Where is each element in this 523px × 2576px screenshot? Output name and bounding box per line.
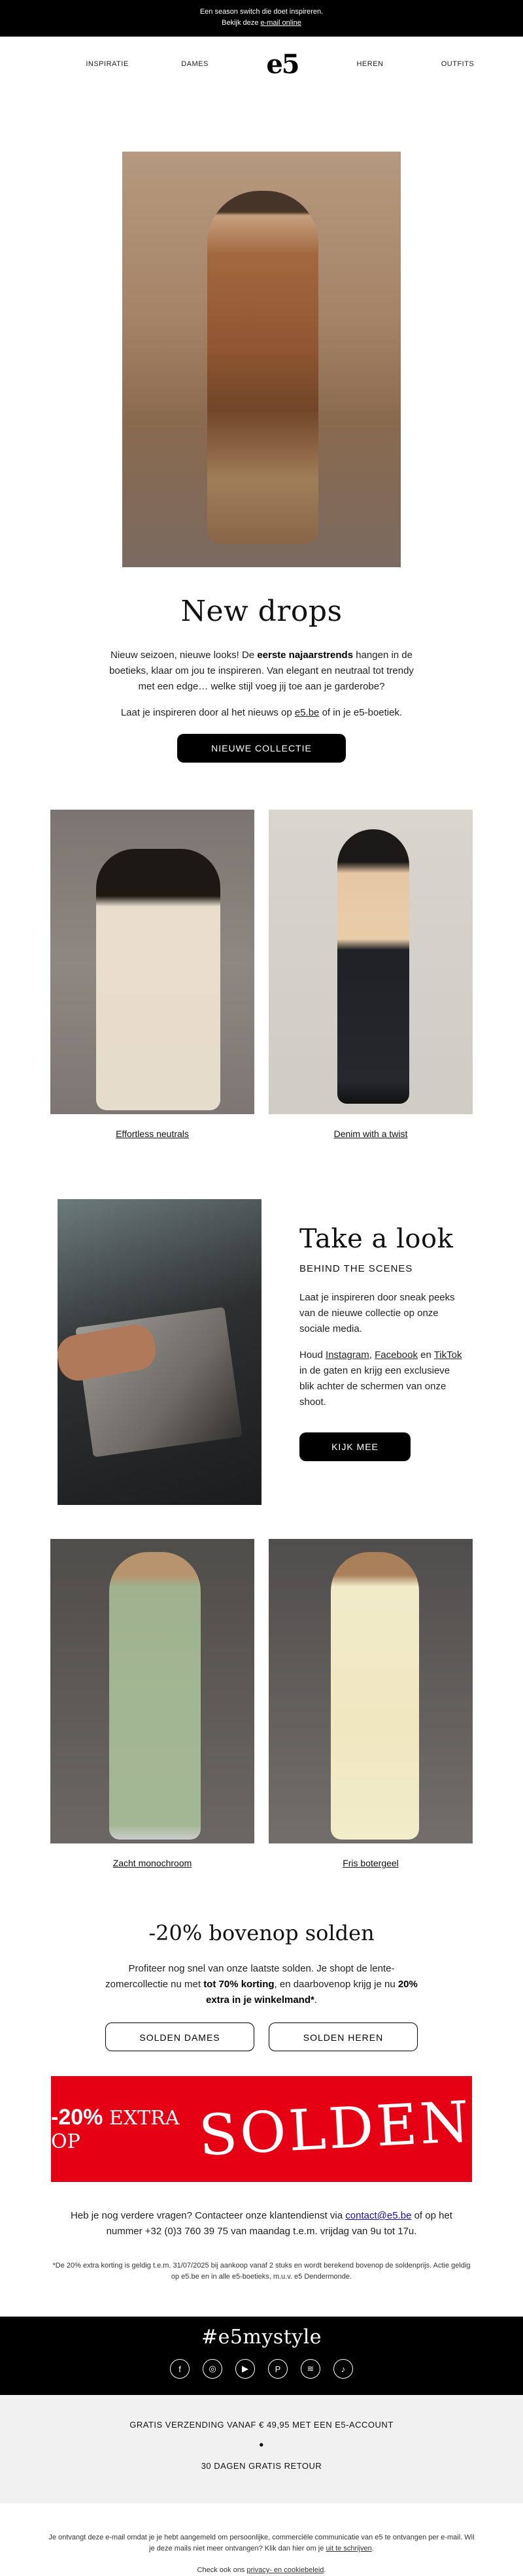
- look-image-botergeel[interactable]: [269, 1539, 473, 1843]
- look-image-monochroom[interactable]: [50, 1539, 254, 1843]
- take-a-look-text-1: Laat je inspireren door sneak peeks van …: [299, 1292, 455, 1334]
- perks-separator: •: [259, 2438, 264, 2452]
- take-a-look-subtitle: BEHIND THE SCENES: [299, 1263, 413, 1274]
- sale-text: Profiteer nog snel van onze laatste sold…: [105, 1963, 418, 2006]
- top-announcement-bar: Een season switch die doet inspireren. B…: [0, 0, 523, 37]
- announcement-text: Een season switch die doet inspireren.: [199, 8, 324, 16]
- spotify-icon[interactable]: ≋: [301, 2359, 320, 2379]
- sale-banner-left: -20% EXTRA OP: [51, 2105, 180, 2153]
- new-collection-button[interactable]: NIEUWE COLLECTIE: [177, 734, 346, 763]
- contact-email-link[interactable]: contact@e5.be: [345, 2210, 411, 2221]
- instagram-icon[interactable]: ◎: [203, 2359, 222, 2379]
- facebook-link[interactable]: Facebook: [375, 1349, 418, 1361]
- hero-intro-text: Nieuw seizoen, nieuwe looks! De eerste n…: [109, 650, 414, 692]
- look-caption[interactable]: Zacht monochroom: [50, 1858, 254, 1868]
- behind-the-scenes-image[interactable]: [58, 1199, 262, 1505]
- instagram-link[interactable]: Instagram: [326, 1349, 369, 1361]
- look-image-neutrals[interactable]: [50, 810, 254, 1114]
- nav-item-inspiratie[interactable]: INSPIRATIE: [81, 60, 133, 68]
- nav-item-dames[interactable]: DAMES: [169, 60, 221, 68]
- footer-privacy-line: Check ook ons privacy- en cookiebeleid.: [197, 2566, 326, 2574]
- look-caption[interactable]: Denim with a twist: [269, 1129, 473, 1139]
- looks-grid-2: Zacht monochroom Fris botergeel: [0, 1539, 523, 1868]
- tiktok-icon[interactable]: ♪: [333, 2359, 353, 2379]
- view-online-link[interactable]: e-mail online: [260, 19, 301, 27]
- take-a-look-title: Take a look: [299, 1224, 454, 1254]
- sale-banner[interactable]: -20% EXTRA OP SOLDEN: [51, 2076, 474, 2182]
- look-card[interactable]: Zacht monochroom: [50, 1539, 254, 1868]
- hashtag-title: #e5mystyle: [201, 2326, 322, 2349]
- nav-item-outfits[interactable]: OUTFITS: [431, 60, 484, 68]
- take-a-look-text-2: Houd Instagram, Facebook en TikTok in de…: [299, 1349, 462, 1408]
- e5-logo[interactable]: e5: [260, 49, 305, 80]
- fine-print: *De 20% extra korting is geldig t.e.m. 3…: [52, 2262, 471, 2281]
- view-online-line: Bekijk deze e-mail online: [222, 19, 301, 27]
- email-page: Een season switch die doet inspireren. B…: [0, 0, 523, 2576]
- nav-item-heren[interactable]: HEREN: [344, 60, 396, 68]
- privacy-link[interactable]: privacy- en cookiebeleid: [246, 2566, 324, 2574]
- look-card[interactable]: Effortless neutrals: [50, 810, 254, 1139]
- behind-the-scenes-section: Take a look BEHIND THE SCENES Laat je in…: [0, 1199, 523, 1505]
- footer: Je ontvangt deze e-mail omdat je je hebt…: [0, 2503, 523, 2576]
- footer-legal-text: Je ontvangt deze e-mail omdat je je hebt…: [48, 2534, 475, 2552]
- perks-bar: GRATIS VERZENDING VANAF € 49,95 MET EEN …: [0, 2395, 523, 2503]
- pinterest-icon[interactable]: P: [268, 2359, 288, 2379]
- main-nav: INSPIRATIE DAMES e5 HEREN OUTFITS: [0, 37, 523, 91]
- look-image-denim[interactable]: [269, 810, 473, 1114]
- hero-model-figure: [207, 191, 318, 544]
- contact-text: Heb je nog verdere vragen? Contacteer on…: [71, 2210, 452, 2237]
- hero-image[interactable]: [122, 152, 401, 567]
- unsubscribe-link[interactable]: uit te schrijven: [326, 2545, 371, 2552]
- kijk-mee-button[interactable]: KIJK MEE: [299, 1432, 411, 1461]
- hero-title: New drops: [180, 595, 343, 628]
- youtube-icon[interactable]: ▶: [235, 2359, 255, 2379]
- sale-title: -20% bovenop solden: [148, 1921, 375, 1945]
- social-section: #e5mystyle f ◎ ▶ P ≋ ♪: [0, 2317, 523, 2395]
- look-caption[interactable]: Fris botergeel: [269, 1858, 473, 1868]
- tiktok-link[interactable]: TikTok: [434, 1349, 462, 1361]
- look-card[interactable]: Fris botergeel: [269, 1539, 473, 1868]
- solden-dames-button[interactable]: SOLDEN DAMES: [105, 2023, 254, 2051]
- solden-heren-button[interactable]: SOLDEN HEREN: [269, 2023, 418, 2051]
- sale-banner-solden: SOLDEN: [197, 2089, 474, 2169]
- hero-inspire-text: Laat je inspireren door al het nieuws op…: [120, 707, 403, 718]
- look-card[interactable]: Denim with a twist: [269, 810, 473, 1139]
- look-caption[interactable]: Effortless neutrals: [50, 1129, 254, 1139]
- facebook-icon[interactable]: f: [170, 2359, 190, 2379]
- e5-site-link[interactable]: e5.be: [295, 707, 320, 718]
- looks-grid-1: Effortless neutrals Denim with a twist: [0, 810, 523, 1139]
- free-returns-text: 30 DAGEN GRATIS RETOUR: [201, 2461, 322, 2471]
- sale-buttons: SOLDEN DAMES SOLDEN HEREN: [0, 2023, 523, 2051]
- free-shipping-text: GRATIS VERZENDING VANAF € 49,95 MET EEN …: [129, 2420, 394, 2430]
- social-icons: f ◎ ▶ P ≋ ♪: [0, 2359, 523, 2379]
